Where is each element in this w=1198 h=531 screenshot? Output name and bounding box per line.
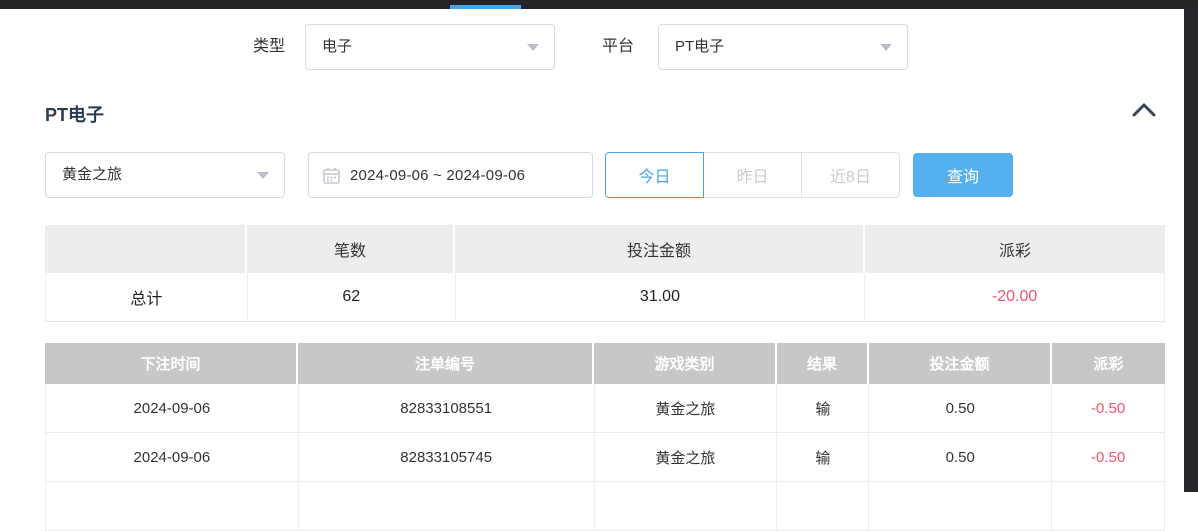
browser-topbar	[0, 0, 1198, 9]
platform-select[interactable]: PT电子	[658, 24, 908, 70]
type-select-value: 电子	[322, 25, 352, 69]
bet-detail-table: 下注时间 注单编号 游戏类别 结果 投注金额 派彩 2024-09-06 828…	[45, 343, 1165, 531]
summary-table: 笔数 投注金额 派彩 总计 62 31.00 -20.00	[45, 225, 1165, 322]
section-filter-row: 黄金之旅 2024-09-06 ~ 2024-09-06 今日 昨日 近8日 查…	[45, 152, 1165, 198]
bet-id	[299, 482, 595, 530]
bet-time: 2024-09-06	[46, 384, 299, 432]
bet-id: 82833105745	[299, 433, 595, 481]
quick-date-button-group: 今日 昨日 近8日	[605, 152, 900, 198]
result	[777, 482, 869, 530]
summary-header-row: 笔数 投注金额 派彩	[45, 225, 1165, 273]
bet-id: 82833108551	[299, 384, 595, 432]
game-category	[595, 482, 778, 530]
today-button[interactable]: 今日	[605, 152, 704, 198]
summary-header-empty	[45, 225, 247, 273]
result: 输	[777, 384, 869, 432]
payout: -0.50	[1052, 433, 1165, 481]
type-select[interactable]: 电子	[305, 24, 555, 70]
bet-amount	[869, 482, 1052, 530]
detail-header-payout: 派彩	[1052, 343, 1165, 384]
detail-header-game-category: 游戏类别	[594, 343, 777, 384]
type-label: 类型	[253, 24, 285, 70]
payout: -0.50	[1052, 384, 1165, 432]
active-tab-indicator	[450, 5, 521, 9]
caret-down-icon	[257, 172, 269, 179]
summary-header-bet-amount: 投注金额	[455, 225, 865, 273]
detail-header-bet-id: 注单编号	[298, 343, 594, 384]
summary-total-label: 总计	[46, 273, 248, 321]
date-range-text: 2024-09-06 ~ 2024-09-06	[350, 167, 525, 184]
bet-time	[46, 482, 299, 530]
summary-header-payout: 派彩	[865, 225, 1165, 273]
collapse-section-button[interactable]	[1124, 97, 1164, 125]
last-8-days-button[interactable]: 近8日	[801, 152, 900, 198]
caret-down-icon	[527, 44, 539, 51]
window-right-edge	[1184, 0, 1198, 492]
detail-header-result: 结果	[777, 343, 869, 384]
search-button[interactable]: 查询	[913, 153, 1013, 197]
table-row: 2024-09-06 82833105745 黄金之旅 输 0.50 -0.50	[45, 433, 1165, 482]
game-select-value: 黄金之旅	[62, 153, 122, 197]
detail-header-bet-amount: 投注金额	[869, 343, 1052, 384]
bet-time: 2024-09-06	[46, 433, 299, 481]
table-row-partial	[45, 482, 1165, 531]
global-filter-row: 类型 电子 平台 PT电子	[0, 24, 1184, 70]
platform-select-value: PT电子	[675, 25, 724, 69]
section-title: PT电子	[45, 101, 104, 127]
date-range-picker[interactable]: 2024-09-06 ~ 2024-09-06	[308, 152, 593, 198]
payout	[1052, 482, 1165, 530]
game-category: 黄金之旅	[595, 433, 778, 481]
summary-total-count: 62	[248, 273, 456, 321]
bet-amount: 0.50	[869, 384, 1052, 432]
detail-header-row: 下注时间 注单编号 游戏类别 结果 投注金额 派彩	[45, 343, 1165, 384]
chevron-up-icon	[1132, 103, 1156, 120]
detail-header-bet-time: 下注时间	[45, 343, 298, 384]
game-select[interactable]: 黄金之旅	[45, 152, 285, 198]
summary-total-bet-amount: 31.00	[456, 273, 866, 321]
bet-amount: 0.50	[869, 433, 1052, 481]
result: 输	[777, 433, 869, 481]
game-category: 黄金之旅	[595, 384, 778, 432]
summary-total-row: 总计 62 31.00 -20.00	[45, 273, 1165, 322]
summary-header-count: 笔数	[247, 225, 455, 273]
platform-label: 平台	[602, 24, 634, 70]
yesterday-button[interactable]: 昨日	[703, 152, 802, 198]
calendar-icon	[323, 167, 340, 184]
caret-down-icon	[880, 44, 892, 51]
table-row: 2024-09-06 82833108551 黄金之旅 输 0.50 -0.50	[45, 384, 1165, 433]
summary-total-payout: -20.00	[865, 273, 1165, 321]
